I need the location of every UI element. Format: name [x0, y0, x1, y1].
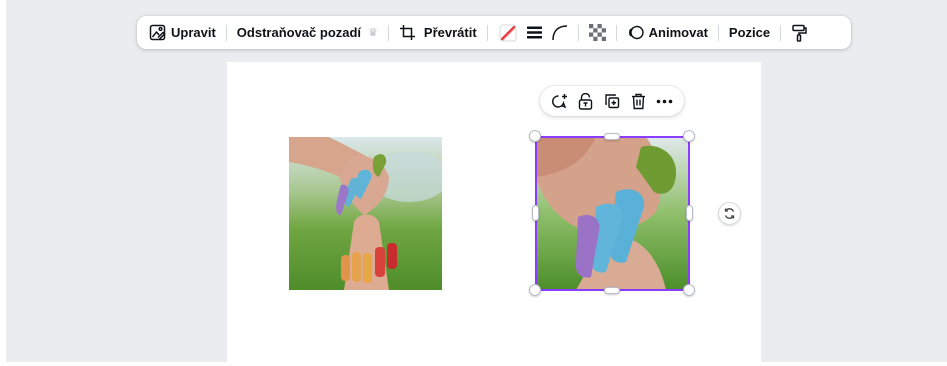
resize-handle-bottom-right[interactable]	[683, 284, 695, 296]
photo-hands-right[interactable]	[536, 137, 689, 290]
position-label: Pozice	[728, 25, 771, 40]
element-toolbar: Upravit Odstraňovač pozadí ♛ Převrátit A…	[137, 16, 851, 49]
edit-image-label: Upravit	[171, 25, 216, 40]
trash-icon	[631, 93, 646, 110]
animate-button[interactable]: Animovat	[623, 19, 712, 47]
photo-hands-left[interactable]	[289, 137, 442, 290]
divider	[387, 24, 389, 41]
rotate-icon	[723, 207, 736, 220]
context-toolbar	[540, 86, 684, 116]
resize-handle-left[interactable]	[532, 205, 539, 221]
duplicate-button[interactable]	[601, 90, 623, 112]
paint-roller-icon	[791, 24, 808, 42]
color-button[interactable]	[494, 19, 522, 47]
transparency-icon	[588, 24, 606, 41]
background-remover-label: Odstraňovač pozadí	[236, 25, 362, 40]
divider	[780, 24, 782, 41]
resize-handle-bottom-left[interactable]	[529, 284, 541, 296]
divider	[577, 24, 579, 41]
animate-label: Animovat	[648, 25, 708, 40]
comment-add-icon	[551, 93, 568, 110]
transparency-button[interactable]	[585, 19, 610, 47]
flip-button[interactable]: Převrátit	[420, 19, 481, 47]
crop-button[interactable]	[395, 19, 420, 47]
edit-image-icon	[149, 24, 166, 41]
resize-handle-bottom[interactable]	[604, 287, 620, 294]
copy-style-button[interactable]	[787, 19, 812, 47]
more-icon	[656, 99, 673, 104]
background-remover-button[interactable]: Odstraňovač pozadí ♛	[233, 19, 382, 47]
edit-image-button[interactable]: Upravit	[145, 19, 220, 47]
resize-handle-top-left[interactable]	[529, 130, 541, 142]
flip-label: Převrátit	[423, 25, 477, 40]
add-comment-button[interactable]	[548, 90, 570, 112]
divider	[486, 24, 488, 41]
lock-icon	[578, 92, 593, 110]
no-color-icon	[498, 23, 518, 43]
divider	[615, 24, 617, 41]
divider	[225, 24, 227, 41]
crop-icon	[399, 24, 416, 41]
rotate-handle[interactable]	[718, 202, 741, 225]
delete-button[interactable]	[627, 90, 649, 112]
lock-button[interactable]	[575, 90, 597, 112]
position-button[interactable]: Pozice	[725, 19, 774, 47]
resize-handle-right[interactable]	[686, 205, 693, 221]
duplicate-icon	[604, 93, 620, 109]
border-style-icon	[526, 24, 543, 41]
resize-handle-top[interactable]	[604, 133, 620, 140]
more-button[interactable]	[654, 90, 676, 112]
corner-rounding-button[interactable]	[547, 19, 572, 47]
corner-rounding-icon	[551, 24, 568, 41]
resize-handle-top-right[interactable]	[683, 130, 695, 142]
animate-icon	[627, 24, 644, 41]
border-style-button[interactable]	[522, 19, 547, 47]
divider	[717, 24, 719, 41]
crown-icon: ♛	[368, 27, 378, 39]
